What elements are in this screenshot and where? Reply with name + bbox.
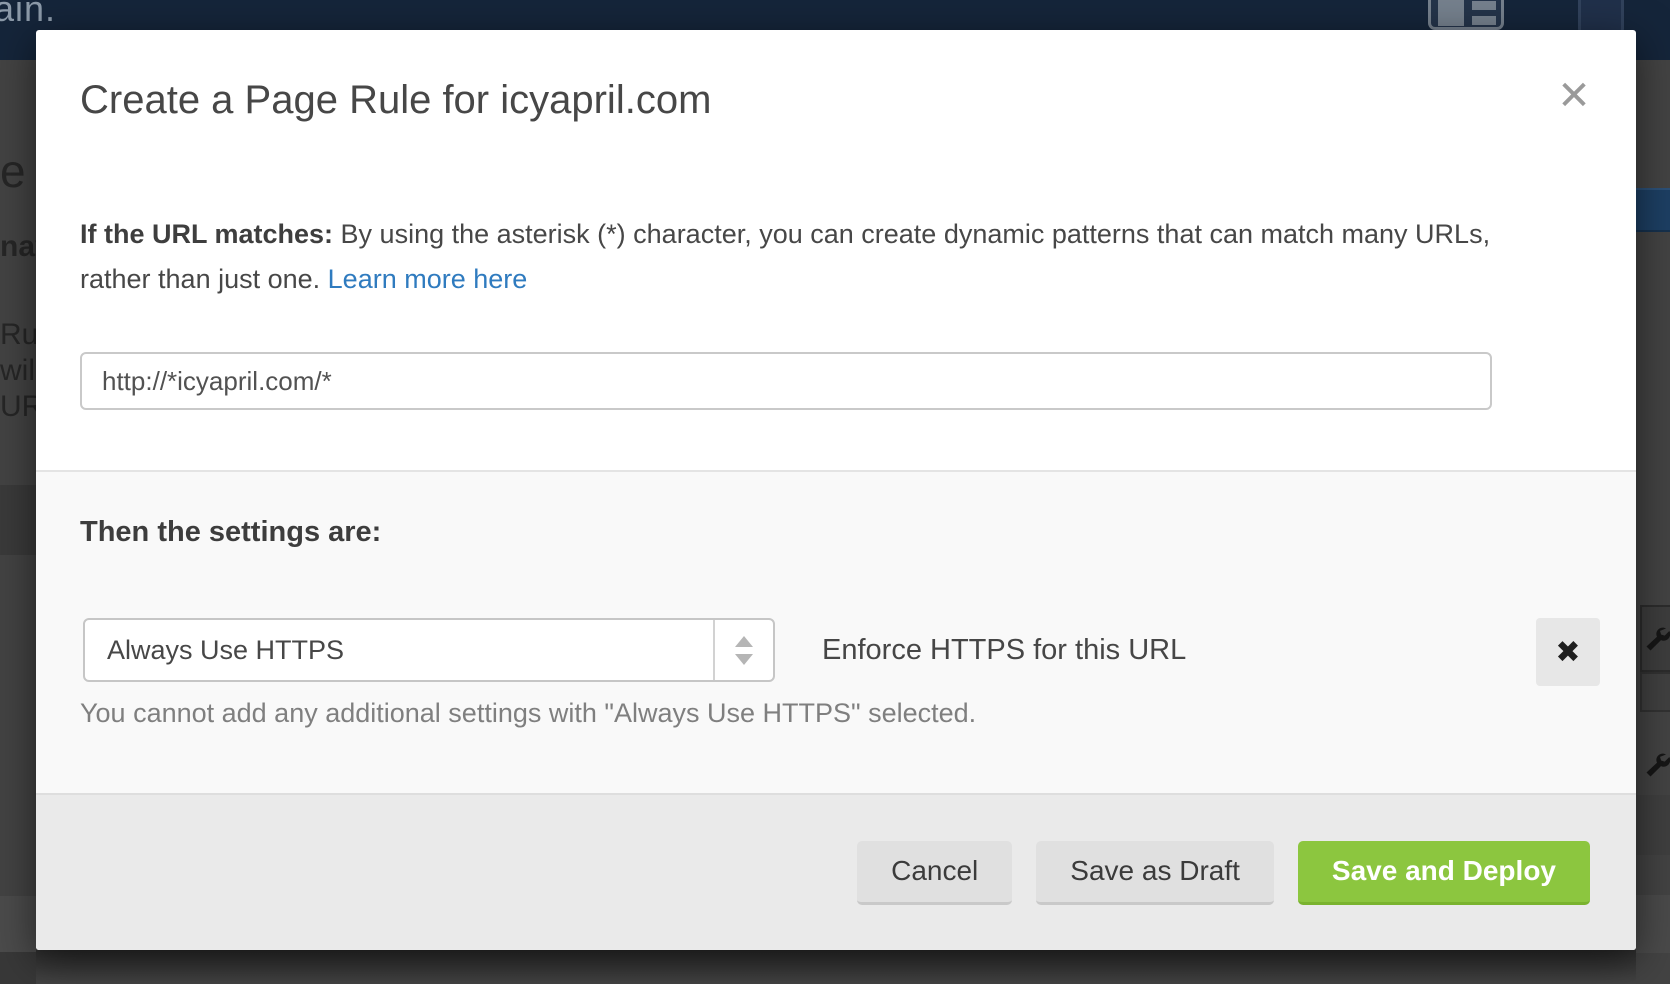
settings-heading: Then the settings are: (80, 516, 381, 549)
background-text-fragment: UR (0, 390, 36, 424)
topbar-text-fragment: ain. (0, 0, 56, 30)
select-spinner-icon (713, 620, 773, 680)
background-rule-row (1640, 605, 1670, 672)
wrench-icon (1642, 751, 1670, 779)
background-text-fragment: will (0, 354, 36, 388)
background-text-fragment: Ru (0, 318, 36, 352)
background-row-light (1636, 895, 1670, 953)
cancel-button[interactable]: Cancel (857, 841, 1012, 905)
close-icon[interactable]: ✕ (1550, 72, 1598, 120)
wrench-icon (1642, 625, 1670, 653)
settings-note: You cannot add any additional settings w… (80, 698, 976, 729)
background-rule-row (1642, 735, 1670, 795)
modal-footer: Cancel Save as Draft Save and Deploy (36, 793, 1636, 950)
url-match-description: If the URL matches: By using the asteris… (80, 212, 1510, 302)
background-text-fragment: nav (0, 230, 36, 264)
background-row-dark (1636, 795, 1670, 855)
layout-grid-icon (1428, 0, 1504, 30)
background-rule-row (1640, 672, 1670, 712)
chevron-up-icon (735, 636, 753, 647)
background-below-modal (36, 950, 1636, 984)
background-row-footer (0, 952, 36, 984)
url-match-lead: If the URL matches: (80, 219, 333, 249)
setting-description: Enforce HTTPS for this URL (822, 618, 1186, 682)
create-page-rule-modal: Create a Page Rule for icyapril.com ✕ If… (36, 30, 1636, 950)
url-pattern-input[interactable] (80, 352, 1492, 410)
save-and-deploy-button[interactable]: Save and Deploy (1298, 841, 1590, 905)
topbar-partial-icon (1578, 0, 1624, 34)
remove-x-icon: ✖ (1555, 635, 1580, 670)
background-row-dark (0, 485, 36, 555)
chevron-down-icon (735, 654, 753, 665)
background-row-light (0, 896, 36, 952)
modal-title: Create a Page Rule for icyapril.com (80, 78, 711, 122)
background-blue-button-edge (1636, 188, 1670, 232)
save-as-draft-button[interactable]: Save as Draft (1036, 841, 1274, 905)
background-text-fragment: e (0, 144, 26, 198)
remove-setting-button[interactable]: ✖ (1536, 618, 1600, 686)
background-right-strip (1636, 60, 1670, 984)
background-left-strip: e nav Ru will UR (0, 60, 36, 984)
setting-select-value: Always Use HTTPS (107, 620, 344, 680)
learn-more-link[interactable]: Learn more here (328, 264, 528, 294)
setting-select[interactable]: Always Use HTTPS (83, 618, 775, 682)
